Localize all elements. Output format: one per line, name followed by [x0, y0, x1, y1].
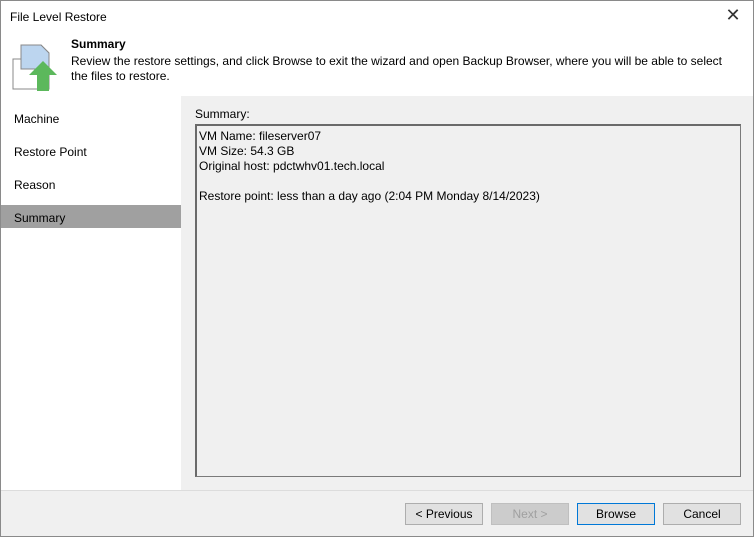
step-machine[interactable]: Machine: [1, 106, 181, 129]
header-title: Summary: [71, 37, 126, 51]
window-title: File Level Restore: [10, 10, 107, 24]
header-description: Review the restore settings, and click B…: [71, 54, 722, 83]
summary-line: VM Name: fileserver07: [199, 129, 322, 143]
step-summary[interactable]: Summary: [1, 205, 181, 228]
summary-label: Summary:: [195, 107, 250, 121]
summary-line: VM Size: 54.3 GB: [199, 144, 295, 158]
cancel-button[interactable]: Cancel: [663, 503, 741, 525]
summary-textbox[interactable]: VM Name: fileserver07 VM Size: 54.3 GB O…: [195, 124, 741, 477]
next-button[interactable]: Next >: [491, 503, 569, 525]
step-reason[interactable]: Reason: [1, 172, 181, 195]
title-bar: File Level Restore ✕: [1, 1, 753, 31]
summary-line: Original host: pdctwhv01.tech.local: [199, 159, 385, 173]
browse-button[interactable]: Browse: [577, 503, 655, 525]
wizard-footer: < Previous Next > Browse Cancel: [1, 490, 753, 536]
file-restore-icon: [12, 44, 57, 91]
summary-panel: Summary: VM Name: fileserver07 VM Size: …: [181, 96, 753, 490]
summary-line: Restore point: less than a day ago (2:04…: [199, 189, 540, 203]
close-icon[interactable]: ✕: [721, 5, 745, 26]
summary-line: [199, 174, 738, 189]
previous-button[interactable]: < Previous: [405, 503, 483, 525]
step-restore-point[interactable]: Restore Point: [1, 139, 181, 162]
file-level-restore-window: File Level Restore ✕ Summary Review the …: [0, 0, 754, 537]
wizard-steps: Machine Restore Point Reason Summary: [1, 96, 181, 490]
wizard-header: Summary Review the restore settings, and…: [1, 31, 753, 96]
